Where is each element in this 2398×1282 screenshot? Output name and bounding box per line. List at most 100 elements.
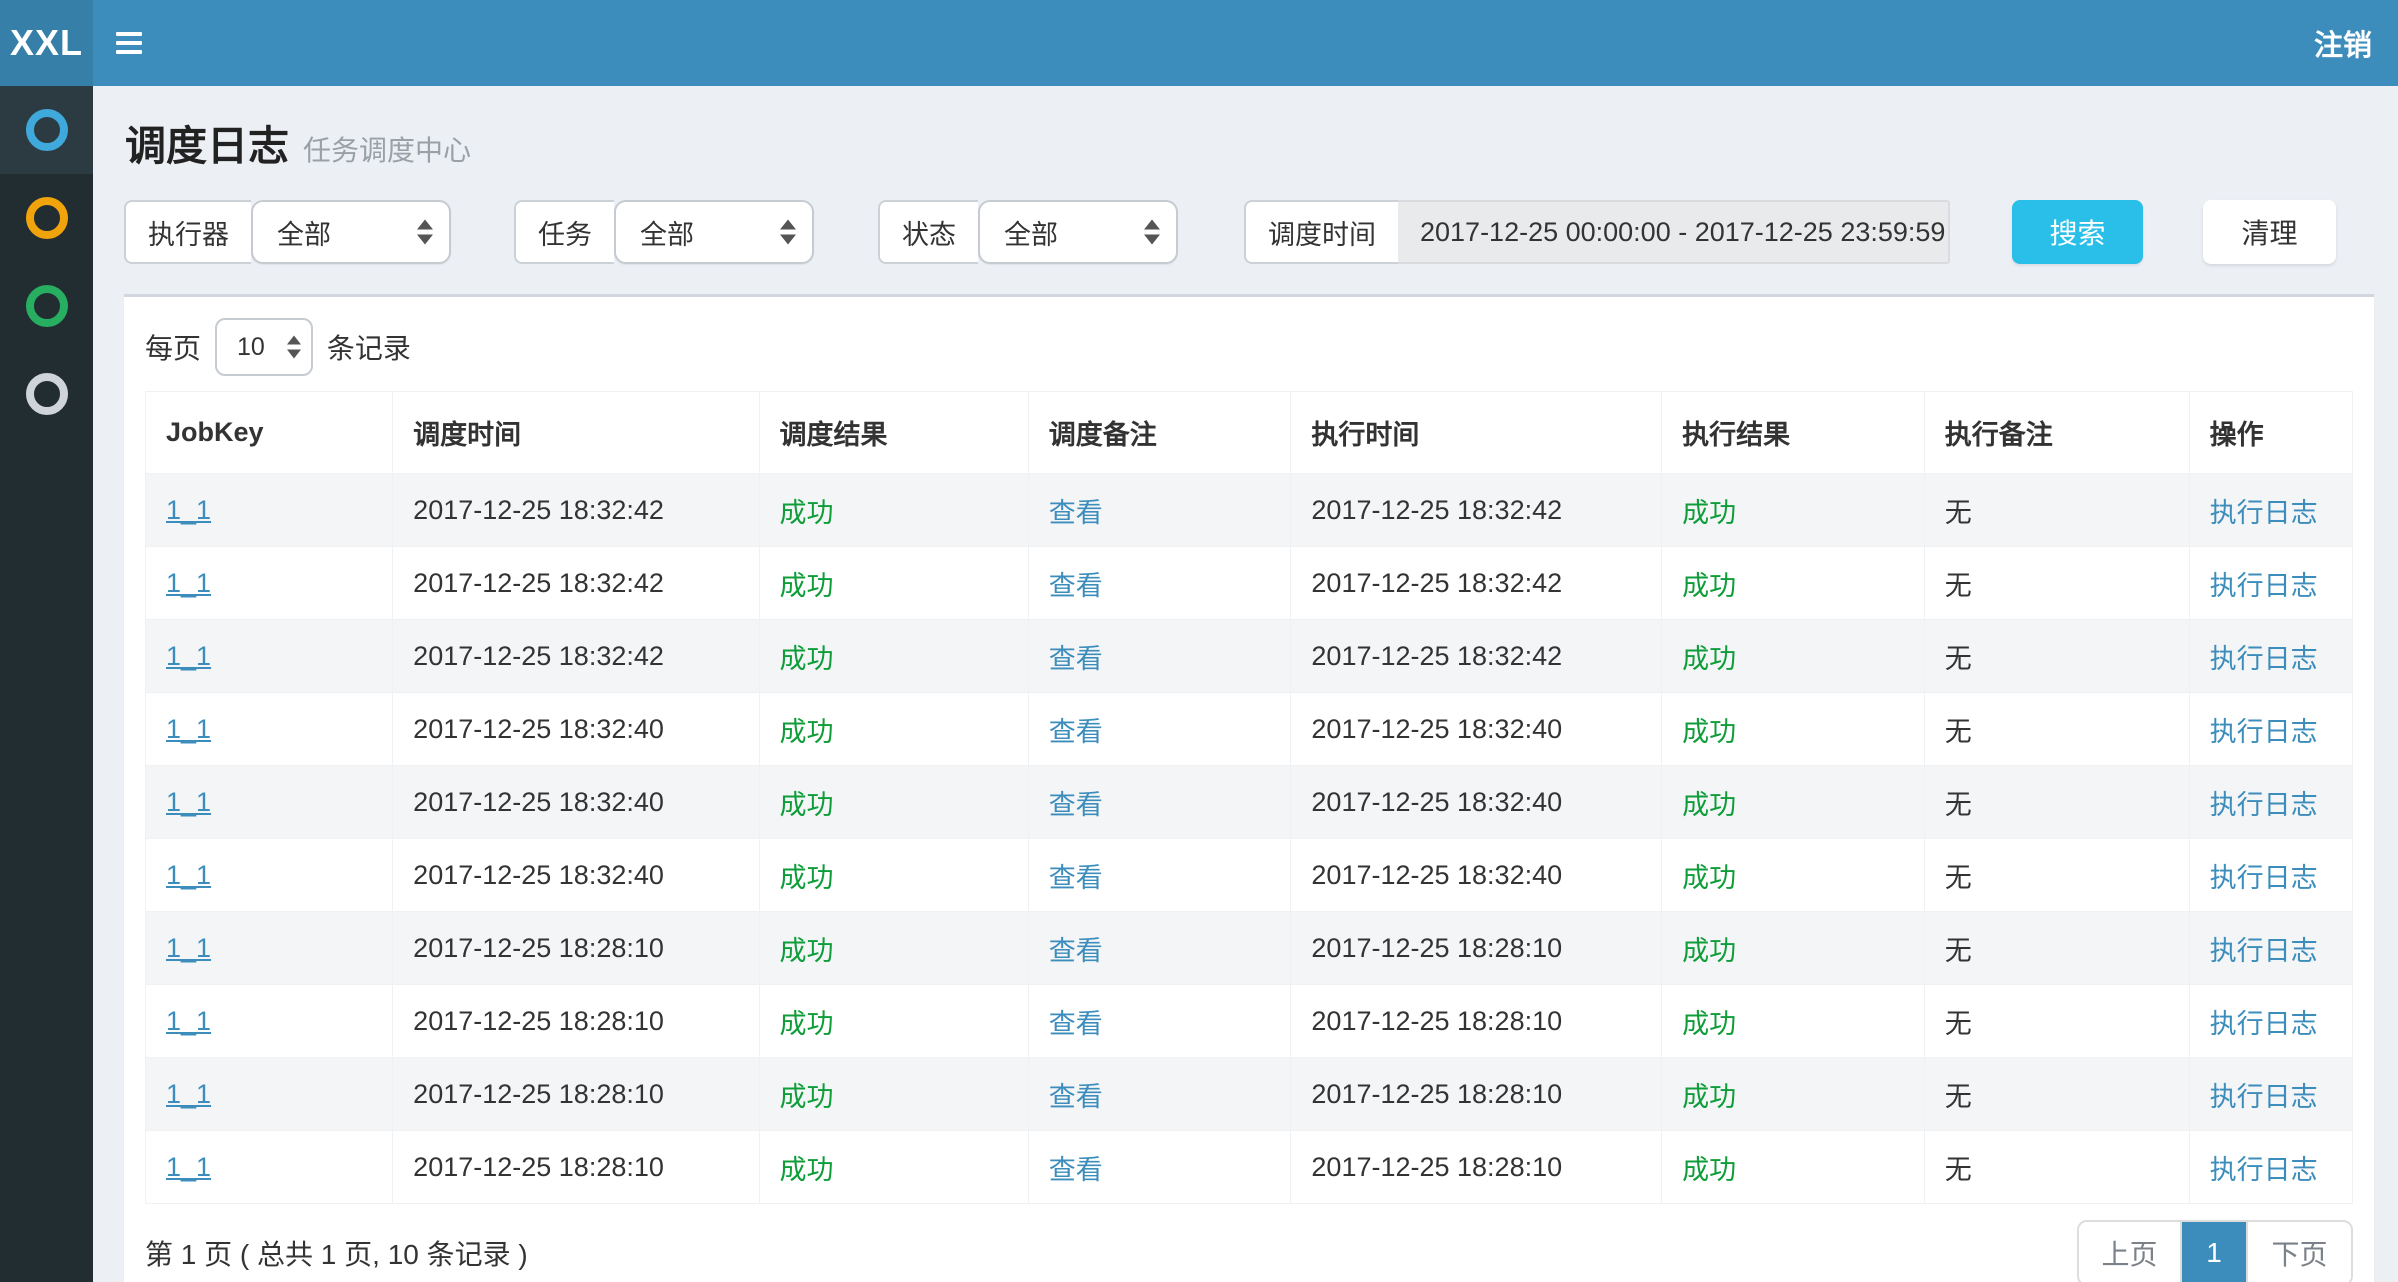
handle-msg-text: 无 <box>1945 571 1972 601</box>
handle-time-text: 2017-12-25 18:32:42 <box>1311 568 1562 598</box>
trigger-msg-link[interactable]: 查看 <box>1049 1155 1103 1185</box>
trigger-msg-link[interactable]: 查看 <box>1049 498 1103 528</box>
table-row: 1_1 2017-12-25 18:28:10 成功 查看 2017-12-25… <box>146 1131 2353 1204</box>
page-size-prefix: 每页 <box>145 327 201 367</box>
table-footer: 第 1 页 ( 总共 1 页, 10 条记录 ) 上页 1 下页 <box>145 1220 2353 1282</box>
clear-button[interactable]: 清理 <box>2203 200 2336 264</box>
col-header-handle-result: 执行结果 <box>1662 392 1925 474</box>
job-key-link[interactable]: 1_1 <box>166 714 211 744</box>
trigger-time-filter-label: 调度时间 <box>1244 200 1398 264</box>
trigger-result-text: 成功 <box>780 863 834 893</box>
sidebar-item-nav-2[interactable] <box>0 174 93 262</box>
next-page-button[interactable]: 下页 <box>2246 1222 2351 1282</box>
circle-icon <box>26 109 68 151</box>
table-row: 1_1 2017-12-25 18:32:42 成功 查看 2017-12-25… <box>146 547 2353 620</box>
sidebar-toggle-button[interactable] <box>93 0 165 86</box>
job-key-link[interactable]: 1_1 <box>166 1079 211 1109</box>
exec-log-link[interactable]: 执行日志 <box>2210 790 2318 820</box>
exec-log-link[interactable]: 执行日志 <box>2210 1155 2318 1185</box>
trigger-result-text: 成功 <box>780 1155 834 1185</box>
handle-time-text: 2017-12-25 18:28:10 <box>1311 1079 1562 1109</box>
trigger-time-text: 2017-12-25 18:28:10 <box>413 933 664 963</box>
handle-time-text: 2017-12-25 18:28:10 <box>1311 933 1562 963</box>
table-row: 1_1 2017-12-25 18:32:42 成功 查看 2017-12-25… <box>146 474 2353 547</box>
exec-log-link[interactable]: 执行日志 <box>2210 571 2318 601</box>
trigger-msg-link[interactable]: 查看 <box>1049 1082 1103 1112</box>
handle-time-text: 2017-12-25 18:32:40 <box>1311 787 1562 817</box>
job-filter-group: 任务 全部 <box>514 200 814 264</box>
handle-msg-text: 无 <box>1945 644 1972 674</box>
trigger-msg-link[interactable]: 查看 <box>1049 644 1103 674</box>
app-logo[interactable]: XXL <box>0 0 93 86</box>
logout-button[interactable]: 注销 <box>2314 0 2372 86</box>
handle-result-text: 成功 <box>1682 790 1736 820</box>
trigger-time-text: 2017-12-25 18:32:42 <box>413 495 664 525</box>
circle-icon <box>26 285 68 327</box>
handle-result-text: 成功 <box>1682 1155 1736 1185</box>
exec-log-link[interactable]: 执行日志 <box>2210 936 2318 966</box>
table-header-row: JobKey 调度时间 调度结果 调度备注 执行时间 执行结果 执行备注 操作 <box>146 392 2353 474</box>
job-key-link[interactable]: 1_1 <box>166 1006 211 1036</box>
status-select-value: 全部 <box>1004 213 1058 252</box>
job-key-link[interactable]: 1_1 <box>166 495 211 525</box>
exec-log-link[interactable]: 执行日志 <box>2210 863 2318 893</box>
job-key-link[interactable]: 1_1 <box>166 933 211 963</box>
page-subtitle: 任务调度中心 <box>303 129 471 169</box>
trigger-msg-link[interactable]: 查看 <box>1049 790 1103 820</box>
handle-msg-text: 无 <box>1945 936 1972 966</box>
handle-result-text: 成功 <box>1682 717 1736 747</box>
job-select[interactable]: 全部 <box>614 200 814 264</box>
job-key-link[interactable]: 1_1 <box>166 641 211 671</box>
handle-msg-text: 无 <box>1945 1082 1972 1112</box>
search-button[interactable]: 搜索 <box>2012 200 2143 264</box>
col-header-handle-time: 执行时间 <box>1291 392 1662 474</box>
trigger-msg-link[interactable]: 查看 <box>1049 571 1103 601</box>
handle-msg-text: 无 <box>1945 790 1972 820</box>
circle-icon <box>26 373 68 415</box>
sidebar-item-nav-1[interactable] <box>0 86 93 174</box>
trigger-msg-link[interactable]: 查看 <box>1049 717 1103 747</box>
trigger-time-filter-group: 调度时间 2017-12-25 00:00:00 - 2017-12-25 23… <box>1244 200 1950 264</box>
trigger-result-text: 成功 <box>780 936 834 966</box>
exec-log-link[interactable]: 执行日志 <box>2210 1009 2318 1039</box>
handle-result-text: 成功 <box>1682 644 1736 674</box>
current-page-button[interactable]: 1 <box>2182 1222 2246 1282</box>
select-arrows-icon <box>1144 220 1160 245</box>
table-row: 1_1 2017-12-25 18:28:10 成功 查看 2017-12-25… <box>146 1058 2353 1131</box>
exec-log-link[interactable]: 执行日志 <box>2210 717 2318 747</box>
sidebar-item-nav-3[interactable] <box>0 262 93 350</box>
select-arrows-icon <box>417 220 433 245</box>
job-key-link[interactable]: 1_1 <box>166 568 211 598</box>
handle-time-text: 2017-12-25 18:28:10 <box>1311 1152 1562 1182</box>
trigger-result-text: 成功 <box>780 1009 834 1039</box>
job-key-link[interactable]: 1_1 <box>166 1152 211 1182</box>
executor-select[interactable]: 全部 <box>251 200 451 264</box>
trigger-msg-link[interactable]: 查看 <box>1049 936 1103 966</box>
handle-result-text: 成功 <box>1682 1009 1736 1039</box>
handle-msg-text: 无 <box>1945 1155 1972 1185</box>
status-select[interactable]: 全部 <box>978 200 1178 264</box>
page-size-select[interactable]: 10 <box>215 318 313 376</box>
handle-time-text: 2017-12-25 18:32:42 <box>1311 495 1562 525</box>
col-header-trigger-time: 调度时间 <box>393 392 759 474</box>
trigger-result-text: 成功 <box>780 498 834 528</box>
trigger-msg-link[interactable]: 查看 <box>1049 1009 1103 1039</box>
executor-filter-label: 执行器 <box>124 200 251 264</box>
job-key-link[interactable]: 1_1 <box>166 860 211 890</box>
exec-log-link[interactable]: 执行日志 <box>2210 498 2318 528</box>
job-key-link[interactable]: 1_1 <box>166 787 211 817</box>
exec-log-link[interactable]: 执行日志 <box>2210 644 2318 674</box>
trigger-time-range-input[interactable]: 2017-12-25 00:00:00 - 2017-12-25 23:59:5… <box>1398 200 1950 264</box>
exec-log-link[interactable]: 执行日志 <box>2210 1082 2318 1112</box>
col-header-jobkey: JobKey <box>146 392 393 474</box>
sidebar-nav <box>0 86 93 1282</box>
trigger-result-text: 成功 <box>780 1082 834 1112</box>
handle-result-text: 成功 <box>1682 936 1736 966</box>
trigger-time-text: 2017-12-25 18:32:42 <box>413 568 664 598</box>
trigger-msg-link[interactable]: 查看 <box>1049 863 1103 893</box>
handle-time-text: 2017-12-25 18:32:42 <box>1311 641 1562 671</box>
sidebar-item-nav-4[interactable] <box>0 350 93 438</box>
col-header-action: 操作 <box>2189 392 2352 474</box>
prev-page-button[interactable]: 上页 <box>2079 1222 2182 1282</box>
executor-select-value: 全部 <box>277 213 331 252</box>
